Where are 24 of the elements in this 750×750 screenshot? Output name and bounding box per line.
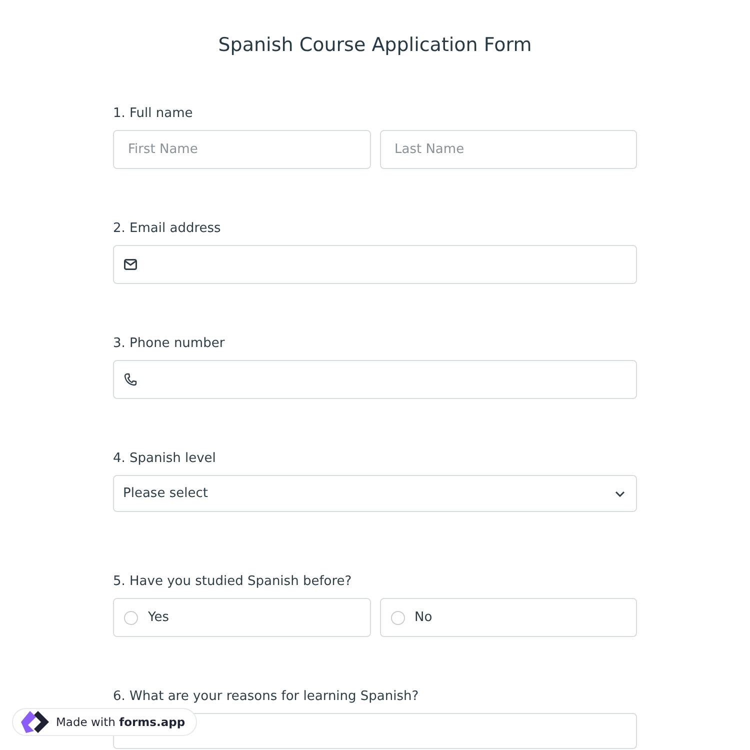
question-label: 4. Spanish level: [113, 451, 217, 467]
radio-button[interactable]: [390, 610, 404, 624]
input-field[interactable]: Last Name: [380, 130, 637, 169]
dropdown[interactable]: Please select: [113, 475, 637, 512]
radio-option[interactable]: No: [380, 598, 637, 637]
radio-button[interactable]: [124, 610, 138, 624]
question-label: 2. Email address: [113, 221, 222, 237]
form-title: Spanish Course Application Form: [217, 33, 533, 58]
input-field[interactable]: First Name: [113, 130, 370, 169]
phone-field[interactable]: [113, 360, 637, 399]
logo-icon: [20, 709, 50, 735]
badge-text: Made with forms.app: [56, 715, 186, 729]
chevron-down-icon: [615, 490, 625, 496]
question-label: 6. What are your reasons for learning Spanish?: [113, 689, 420, 705]
question-label: 3. Phone number: [113, 336, 226, 352]
mail-icon: [124, 259, 137, 270]
made-with-toast[interactable]: Made with forms.app: [12, 708, 198, 736]
email-field[interactable]: [113, 245, 637, 284]
phone-icon: [124, 373, 137, 386]
radio-option[interactable]: Yes: [113, 598, 370, 637]
question-label: 1. Full name: [113, 106, 194, 122]
option-label: Yes: [148, 610, 169, 625]
option-label: No: [414, 610, 432, 625]
question-label: 5. Have you studied Spanish before?: [113, 574, 353, 590]
